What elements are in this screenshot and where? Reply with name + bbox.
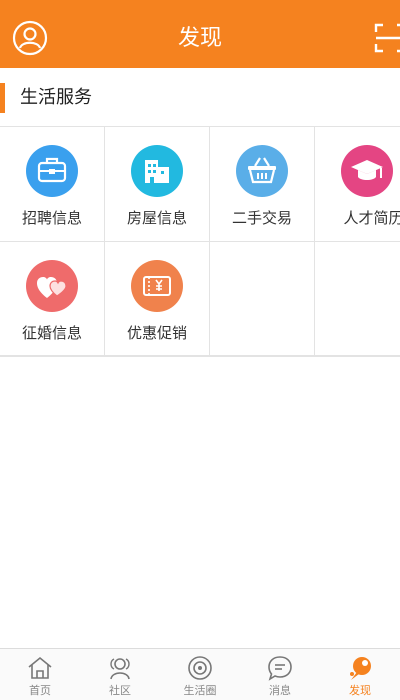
- service-icon-circle: [131, 145, 183, 197]
- hearts-icon: [37, 277, 67, 298]
- community-icon: [110, 658, 130, 680]
- service-label: 人才简历: [343, 209, 400, 227]
- service-promotion[interactable]: 优惠促销: [105, 242, 210, 357]
- tab-label: 消息: [269, 684, 291, 697]
- graduation-cap-icon: [351, 160, 383, 180]
- service-recruitment[interactable]: 招聘信息: [0, 127, 105, 242]
- tab-label: 发现: [349, 684, 371, 697]
- service-housing[interactable]: 房屋信息: [105, 127, 210, 242]
- life-circle-icon: [188, 656, 212, 680]
- tab-label: 社区: [109, 684, 131, 697]
- app-header: 发现: [0, 0, 400, 68]
- basket-icon: [248, 157, 276, 184]
- service-label: 房屋信息: [126, 209, 187, 227]
- bottom-tab-bar: 首页 社区 生活圈 消息 发现: [0, 648, 400, 700]
- briefcase-icon: [37, 157, 67, 183]
- building-icon: [145, 160, 169, 183]
- empty-cell: [210, 242, 315, 357]
- tab-home[interactable]: 首页: [0, 649, 80, 700]
- service-icon-circle: [131, 260, 183, 312]
- section-title: 生活服务: [20, 87, 92, 108]
- scan-button[interactable]: [374, 22, 400, 54]
- section-accent-bar: [0, 83, 5, 113]
- scan-icon: [374, 23, 400, 53]
- home-icon: [28, 656, 52, 679]
- service-resume[interactable]: 人才简历: [315, 127, 400, 242]
- service-icon-circle: [26, 145, 78, 197]
- service-label: 二手交易: [231, 209, 292, 227]
- tab-label: 生活圈: [183, 684, 217, 697]
- service-grid: 招聘信息 房屋信息 二手交易 人才简历 征婚信息 优惠促销: [0, 126, 400, 357]
- service-label: 招聘信息: [21, 209, 82, 227]
- tab-community[interactable]: 社区: [80, 649, 160, 700]
- service-label: 征婚信息: [21, 324, 82, 342]
- service-marriage[interactable]: 征婚信息: [0, 242, 105, 357]
- message-icon: [268, 656, 292, 681]
- tab-discover[interactable]: 发现: [320, 649, 400, 700]
- service-icon-circle: [341, 145, 393, 197]
- service-secondhand[interactable]: 二手交易: [210, 127, 315, 242]
- discover-screen: 发现 生活服务 招聘信息 房屋信息 二手交易 人才简历 征婚信息 优惠促销 首页…: [0, 0, 400, 700]
- tab-life-circle[interactable]: 生活圈: [160, 649, 240, 700]
- section-header: 生活服务: [0, 80, 400, 116]
- service-icon-circle: [236, 145, 288, 197]
- service-label: 优惠促销: [126, 324, 187, 342]
- tab-messages[interactable]: 消息: [240, 649, 320, 700]
- page-title: 发现: [177, 26, 222, 51]
- tab-label: 首页: [29, 684, 51, 697]
- coupon-icon: [143, 276, 171, 296]
- service-icon-circle: [26, 260, 78, 312]
- discover-icon: [350, 657, 371, 680]
- empty-cell: [315, 242, 400, 357]
